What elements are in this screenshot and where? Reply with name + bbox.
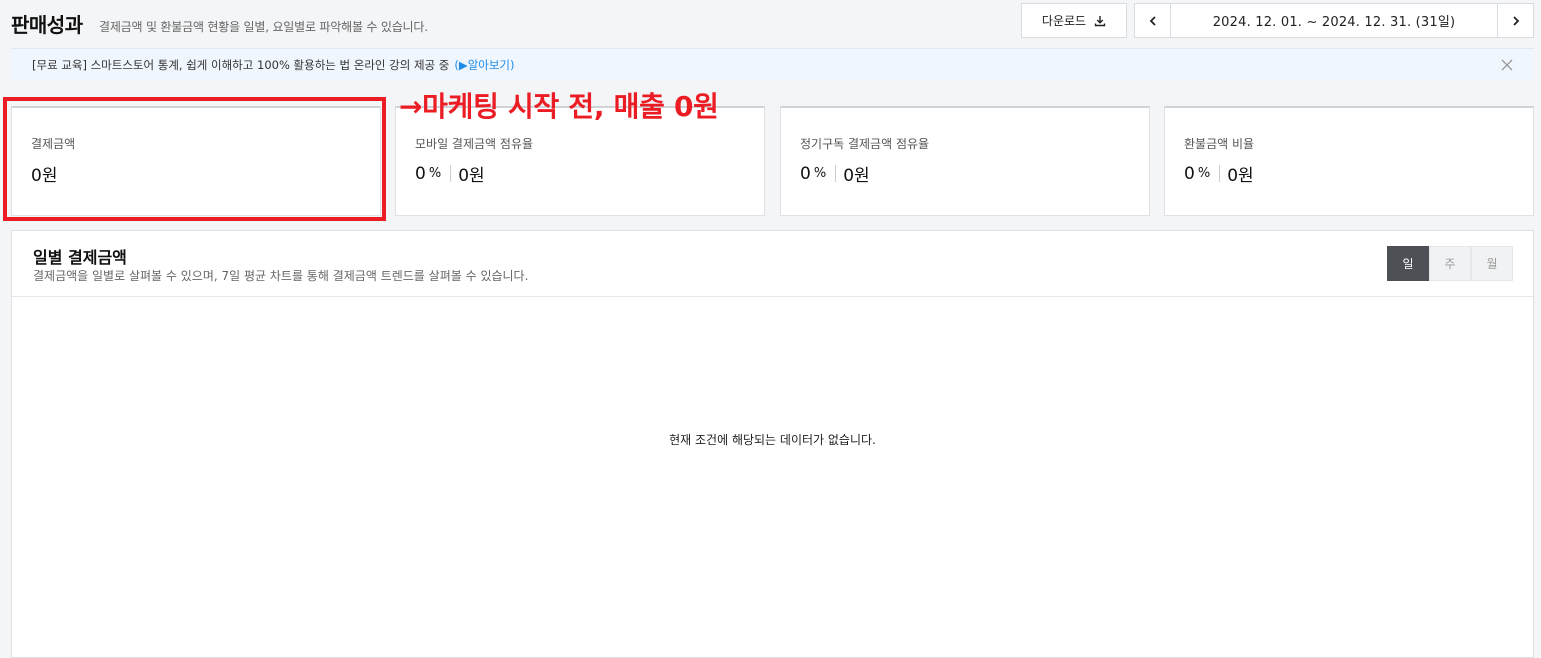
stat-label: 결제금액 (31, 137, 76, 151)
notice-banner: [무료 교육] 스마트스토어 통계, 쉽게 이해하고 100% 활용하는 법 온… (11, 48, 1534, 81)
period-tabs: 일 주 월 (1387, 246, 1513, 281)
percent-unit: % (813, 166, 827, 181)
percent-unit: % (428, 166, 442, 181)
stat-amount: 0원 (1227, 166, 1254, 186)
stat-percent: 0 (415, 163, 426, 184)
download-label: 다운로드 (1041, 14, 1087, 28)
stat-amount: 0원 (843, 166, 870, 186)
close-icon[interactable] (1500, 58, 1514, 72)
stat-label: 정기구독 결제금액 점유율 (800, 137, 930, 151)
date-prev-button[interactable] (1135, 4, 1171, 37)
stat-percent: 0 (1184, 163, 1195, 184)
stat-card-refund-ratio: 환불금액 비율 0 % 0원 (1164, 106, 1534, 216)
divider (835, 165, 837, 182)
page-description: 결제금액 및 환불금액 현황을 일별, 요일별로 파악해볼 수 있습니다. (99, 20, 428, 34)
stat-values: 0 % 0원 (1184, 161, 1254, 187)
page-title: 판매성과 (11, 13, 83, 37)
notice-text: [무료 교육] 스마트스토어 통계, 쉽게 이해하고 100% 활용하는 법 온… (32, 58, 450, 72)
date-navigator: 2024. 12. 01. ~ 2024. 12. 31. (31일) (1134, 3, 1534, 38)
daily-payment-panel: 일별 결제금액 결제금액을 일별로 살펴볼 수 있으며, 7일 평균 차트를 통… (11, 230, 1534, 658)
tab-month[interactable]: 월 (1471, 246, 1513, 281)
daily-description: 결제금액을 일별로 살펴볼 수 있으며, 7일 평균 차트를 통해 결제금액 트… (33, 269, 529, 283)
download-button[interactable]: 다운로드 (1021, 3, 1127, 38)
annotation-text: →마케팅 시작 전, 매출 0원 (399, 90, 719, 123)
date-range[interactable]: 2024. 12. 01. ~ 2024. 12. 31. (31일) (1171, 4, 1497, 37)
stat-amount: 0원 (458, 166, 485, 186)
stat-amount: 0원 (31, 166, 58, 186)
stat-label: 환불금액 비율 (1184, 137, 1255, 151)
tab-week[interactable]: 주 (1429, 246, 1471, 281)
daily-panel-header: 일별 결제금액 결제금액을 일별로 살펴볼 수 있으며, 7일 평균 차트를 통… (12, 231, 1533, 297)
chevron-right-icon (1512, 15, 1519, 26)
stat-values: 0원 (31, 161, 57, 186)
page-header: 판매성과 결제금액 및 환불금액 현황을 일별, 요일별로 파악해볼 수 있습니… (11, 3, 1534, 43)
chevron-left-icon (1149, 15, 1156, 26)
percent-unit: % (1197, 166, 1211, 181)
stat-values: 0 % 0원 (800, 161, 870, 187)
date-next-button[interactable] (1497, 4, 1533, 37)
stat-values: 0 % 0원 (415, 161, 485, 187)
download-icon (1094, 15, 1106, 26)
divider (450, 165, 452, 182)
tab-day[interactable]: 일 (1387, 246, 1429, 281)
notice-learn-more-link[interactable]: (▶알아보기) (454, 57, 514, 73)
stat-percent: 0 (800, 163, 811, 184)
divider (1219, 165, 1221, 182)
empty-state-message: 현재 조건에 해당되는 데이터가 없습니다. (669, 433, 876, 447)
stat-label: 모바일 결제금액 점유율 (415, 137, 534, 151)
stat-card-payment: 결제금액 0원 (11, 106, 381, 216)
stat-card-subscription-share: 정기구독 결제금액 점유율 0 % 0원 (780, 106, 1150, 216)
daily-title: 일별 결제금액 (33, 248, 127, 267)
